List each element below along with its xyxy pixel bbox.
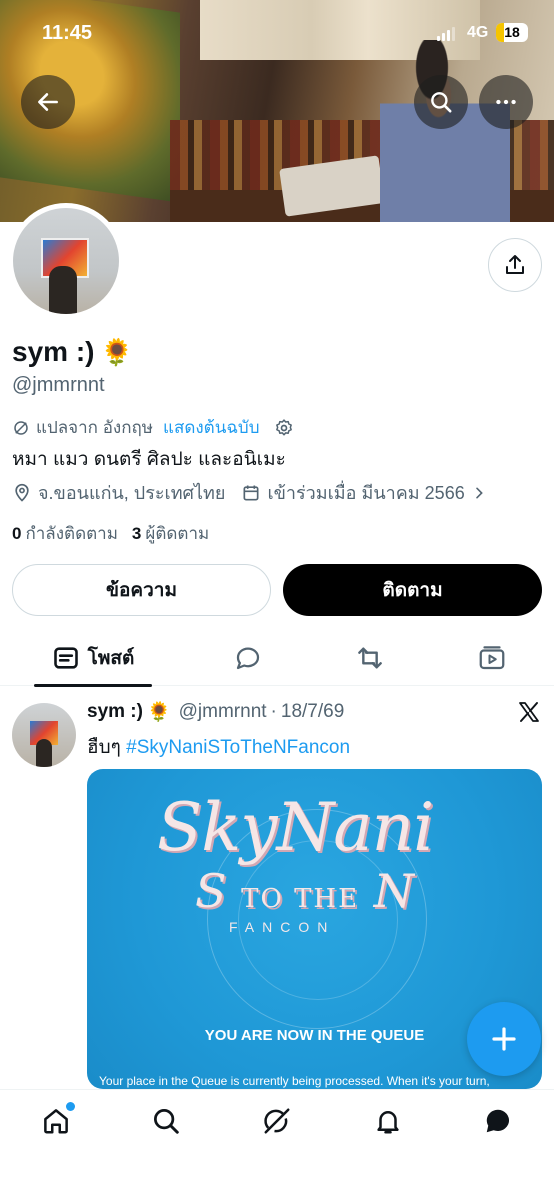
status-bar: 11:45 4G 18 (0, 0, 554, 60)
search-button[interactable] (414, 75, 468, 129)
post-avatar[interactable] (12, 703, 76, 767)
nav-explore[interactable] (151, 1106, 181, 1136)
profile-stats: 0 กำลังติดตาม 3 ผู้ติดตาม (12, 520, 209, 547)
profile-location: จ.ขอนแก่น, ประเทศไทย (38, 483, 226, 503)
share-icon (506, 255, 524, 274)
network-type: 4G (467, 24, 489, 41)
sunflower-emoji: 🌻 (100, 336, 133, 367)
translation-note: แปลจาก อังกฤษ (36, 418, 153, 437)
location-icon (15, 483, 29, 502)
profile-joined[interactable]: เข้าร่วมเมื่อ มีนาคม 2566 (267, 478, 464, 507)
posts-icon (53, 647, 78, 669)
battery-icon: 18 (496, 23, 528, 42)
calendar-icon (243, 485, 259, 500)
more-button[interactable] (479, 75, 533, 129)
profile-bio: หมา แมว ดนตรี ศิลปะ และอนิเมะ (12, 449, 286, 470)
post-author-emoji: 🌻 (146, 702, 171, 723)
post-hashtag[interactable]: #SkyNaniSToTheNFancon (126, 737, 350, 758)
translate-icon (14, 420, 28, 435)
tab-replies[interactable] (218, 630, 278, 686)
nav-home[interactable] (41, 1102, 75, 1136)
tab-reposts[interactable] (340, 630, 400, 686)
media-logo-line1: SkyNani (157, 789, 434, 866)
share-button[interactable] (488, 238, 542, 292)
reply-icon (236, 647, 260, 670)
following-label: กำลังติดตาม (25, 524, 118, 543)
home-icon (44, 1109, 68, 1134)
avatar (13, 208, 119, 314)
tab-posts[interactable]: โพสต์ (34, 630, 152, 687)
followers-label: ผู้ติดตาม (145, 524, 210, 543)
nav-notifications[interactable] (373, 1106, 403, 1136)
back-button[interactable] (21, 75, 75, 129)
profile-avatar[interactable] (8, 203, 124, 319)
x-logo-icon (519, 702, 539, 722)
profile-tabs: โพสต์ (0, 630, 554, 687)
followers-stat[interactable]: 3 ผู้ติดตาม (132, 520, 209, 547)
queue-text: Your place in the Queue is currently bei… (99, 1074, 490, 1088)
following-stat[interactable]: 0 กำลังติดตาม (12, 520, 118, 547)
post-header: sym :) 🌻 @jmmrnnt · 18/7/69 (87, 701, 345, 723)
gear-icon[interactable] (274, 418, 294, 438)
follow-button[interactable]: ติดตาม (283, 564, 542, 616)
search-icon (154, 1109, 179, 1134)
post-author-handle: @jmmrnnt (178, 701, 267, 722)
tab-posts-label: โพสต์ (87, 648, 135, 669)
following-count: 0 (12, 524, 22, 543)
status-time: 11:45 (42, 22, 93, 44)
profile-meta: จ.ขอนแก่น, ประเทศไทย เข้าร่วมเมื่อ มีนาค… (12, 478, 487, 507)
show-original-link[interactable]: แสดงต้นฉบับ (163, 414, 260, 441)
plus-icon (492, 1027, 516, 1051)
media-logo-line2: S TO THE N (195, 864, 414, 918)
chat-icon (486, 1109, 510, 1133)
translation-row: แปลจาก อังกฤษ แสดงต้นฉบับ (12, 414, 294, 441)
media-logo-s: S (195, 864, 227, 918)
media-icon (479, 646, 505, 670)
search-icon (431, 92, 452, 113)
media-logo-tothe: TO THE (241, 884, 360, 914)
bell-icon (377, 1111, 399, 1134)
tab-media[interactable] (462, 630, 522, 686)
post-text: ฮืบๆ #SkyNaniSToTheNFancon (87, 732, 350, 762)
chevron-right-icon[interactable] (471, 485, 487, 501)
profile-name: sym :) 🌻 (12, 336, 133, 368)
compose-button[interactable] (467, 1002, 541, 1076)
grok-icon (264, 1108, 290, 1134)
repost-icon (358, 647, 382, 669)
profile-handle: @jmmrnnt (12, 374, 105, 396)
notification-dot (66, 1102, 75, 1111)
post-text-body: ฮืบๆ (87, 737, 127, 758)
nav-grok[interactable] (262, 1106, 292, 1136)
post-date: 18/7/69 (280, 701, 345, 722)
post-author-name[interactable]: sym :) (87, 701, 143, 723)
battery-level: 18 (504, 24, 520, 40)
bottom-nav (0, 1089, 554, 1199)
media-logo-n: N (373, 864, 414, 918)
arrow-left-icon (38, 93, 58, 111)
signal-icon (437, 27, 455, 41)
followers-count: 3 (131, 524, 142, 543)
more-icon (496, 99, 516, 105)
nav-messages[interactable] (483, 1106, 513, 1136)
media-logo-fancon: FANCON (229, 919, 336, 935)
profile-name-text: sym :) (12, 336, 95, 367)
message-button[interactable]: ข้อความ (12, 564, 271, 616)
